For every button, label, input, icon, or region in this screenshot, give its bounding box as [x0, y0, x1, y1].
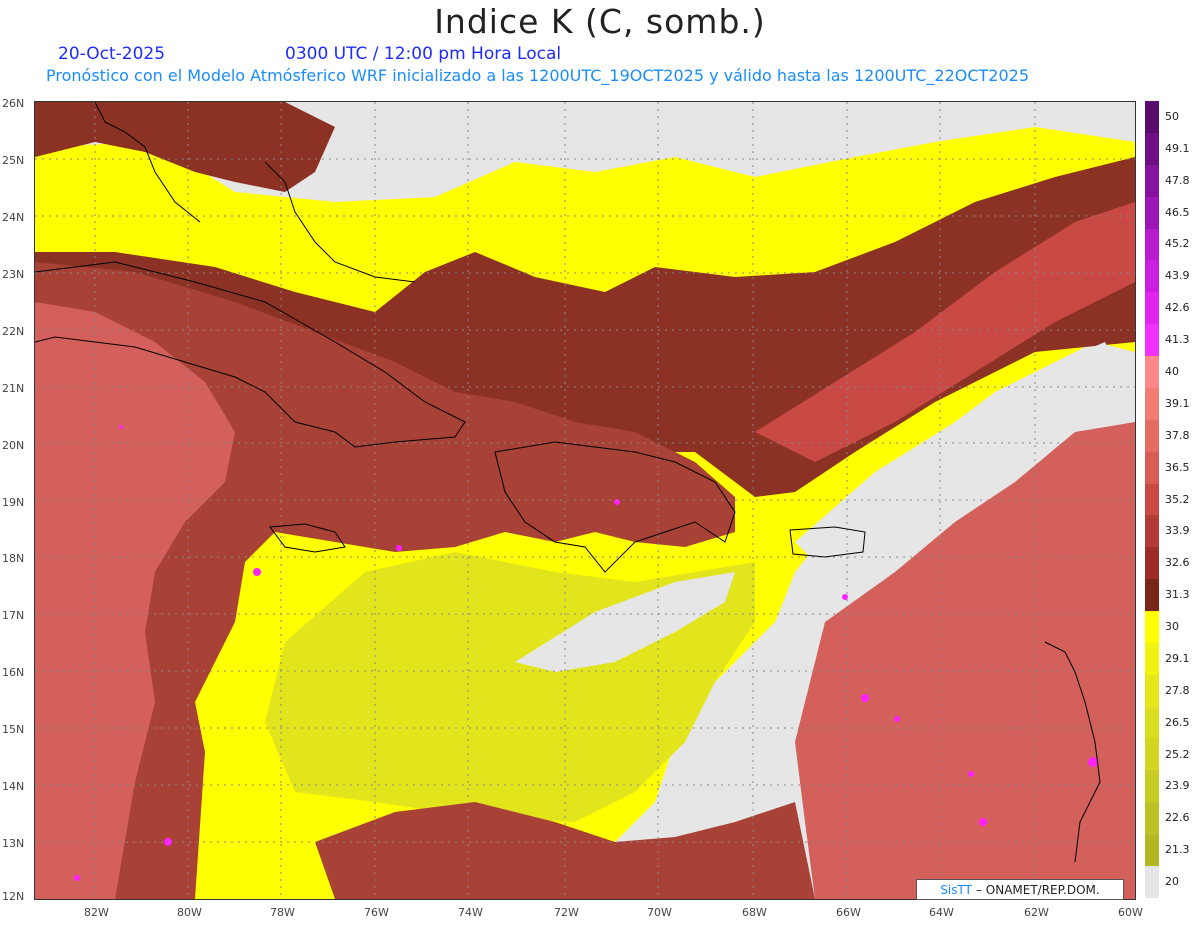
colorbar-segment	[1145, 196, 1159, 229]
colorbar-segment	[1145, 515, 1159, 548]
colorbar-segment	[1145, 324, 1159, 357]
colorbar-segment	[1145, 674, 1159, 708]
lat-label: 18N	[2, 552, 25, 565]
valid-time: 0300 UTC / 12:00 pm Hora Local	[285, 44, 562, 64]
colorbar-segment	[1145, 451, 1159, 485]
lat-label: 13N	[2, 837, 25, 850]
colorbar-label: 26.5	[1165, 715, 1190, 729]
colorbar-label: 30	[1165, 620, 1179, 634]
colorbar-label: 50	[1165, 109, 1179, 123]
lat-label: 22N	[2, 325, 25, 338]
lon-label: 70W	[647, 906, 672, 919]
colorbar-segment	[1145, 611, 1159, 644]
lat-label: 19N	[2, 496, 25, 509]
credit-box: SisTT – ONAMET/REP.DOM.	[916, 879, 1124, 900]
lon-label: 60W	[1118, 906, 1143, 919]
colorbar-segment	[1145, 101, 1159, 134]
colorbar-segment	[1145, 547, 1159, 580]
map-canvas	[35, 102, 1135, 899]
lon-label: 68W	[742, 906, 767, 919]
colorbar-segment	[1145, 260, 1159, 293]
colorbar-segment	[1145, 579, 1159, 612]
colorbar	[1145, 101, 1159, 899]
colorbar-segment	[1145, 387, 1159, 421]
colorbar-segment	[1145, 770, 1159, 803]
colorbar-label: 40	[1165, 364, 1179, 378]
lon-label: 64W	[929, 906, 954, 919]
colorbar-label: 25.2	[1165, 747, 1190, 761]
colorbar-label: 32.6	[1165, 556, 1190, 570]
lon-label: 82W	[84, 906, 109, 919]
lat-label: 21N	[2, 382, 25, 395]
colorbar-label: 22.6	[1165, 811, 1190, 825]
colorbar-label: 46.5	[1165, 205, 1190, 219]
colorbar-segment	[1145, 642, 1159, 676]
lon-label: 78W	[270, 906, 295, 919]
colorbar-label: 49.1	[1165, 141, 1190, 155]
colorbar-segment	[1145, 228, 1159, 261]
colorbar-label: 35.2	[1165, 492, 1190, 506]
colorbar-label: 21.3	[1165, 843, 1190, 857]
colorbar-segment	[1145, 738, 1159, 771]
colorbar-label: 33.9	[1165, 524, 1190, 538]
lat-label: 15N	[2, 723, 25, 736]
lat-label: 23N	[2, 268, 25, 281]
lat-label: 17N	[2, 609, 25, 622]
credit-text: – ONAMET/REP.DOM.	[975, 882, 1100, 897]
colorbar-segment	[1145, 483, 1159, 516]
colorbar-label: 42.6	[1165, 301, 1190, 315]
lon-label: 74W	[458, 906, 483, 919]
colorbar-label: 41.3	[1165, 333, 1190, 347]
colorbar-segment	[1145, 834, 1159, 867]
colorbar-segment	[1145, 419, 1159, 453]
brand-label: SisTT	[940, 882, 972, 897]
map-title: Indice K (C, somb.)	[434, 2, 766, 41]
colorbar-label: 31.3	[1165, 588, 1190, 602]
colorbar-segment	[1145, 866, 1159, 899]
lon-label: 76W	[364, 906, 389, 919]
colorbar-label: 29.1	[1165, 651, 1190, 665]
colorbar-segment	[1145, 706, 1159, 740]
lon-label: 62W	[1024, 906, 1049, 919]
colorbar-label: 47.8	[1165, 173, 1190, 187]
colorbar-label: 43.9	[1165, 269, 1190, 283]
lat-label: 24N	[2, 211, 25, 224]
colorbar-label: 36.5	[1165, 460, 1190, 474]
lat-label: 16N	[2, 666, 25, 679]
lat-label: 26N	[2, 97, 25, 110]
colorbar-label: 27.8	[1165, 683, 1190, 697]
k-index-map	[34, 101, 1136, 900]
colorbar-segment	[1145, 292, 1159, 325]
lat-label: 20N	[2, 439, 25, 452]
lon-label: 80W	[177, 906, 202, 919]
colorbar-segment	[1145, 802, 1159, 835]
colorbar-segment	[1145, 132, 1159, 166]
colorbar-label: 20	[1165, 875, 1179, 889]
colorbar-segment	[1145, 356, 1159, 389]
colorbar-label: 23.9	[1165, 779, 1190, 793]
lat-label: 25N	[2, 154, 25, 167]
lon-label: 72W	[554, 906, 579, 919]
lat-label: 12N	[2, 890, 25, 903]
lat-label: 14N	[2, 780, 25, 793]
colorbar-label: 45.2	[1165, 237, 1190, 251]
forecast-date: 20-Oct-2025	[58, 44, 166, 64]
colorbar-label: 39.1	[1165, 396, 1190, 410]
colorbar-segment	[1145, 164, 1159, 198]
lon-label: 66W	[836, 906, 861, 919]
model-subtitle: Pronóstico con el Modelo Atmósferico WRF…	[46, 66, 1030, 85]
colorbar-label: 37.8	[1165, 428, 1190, 442]
